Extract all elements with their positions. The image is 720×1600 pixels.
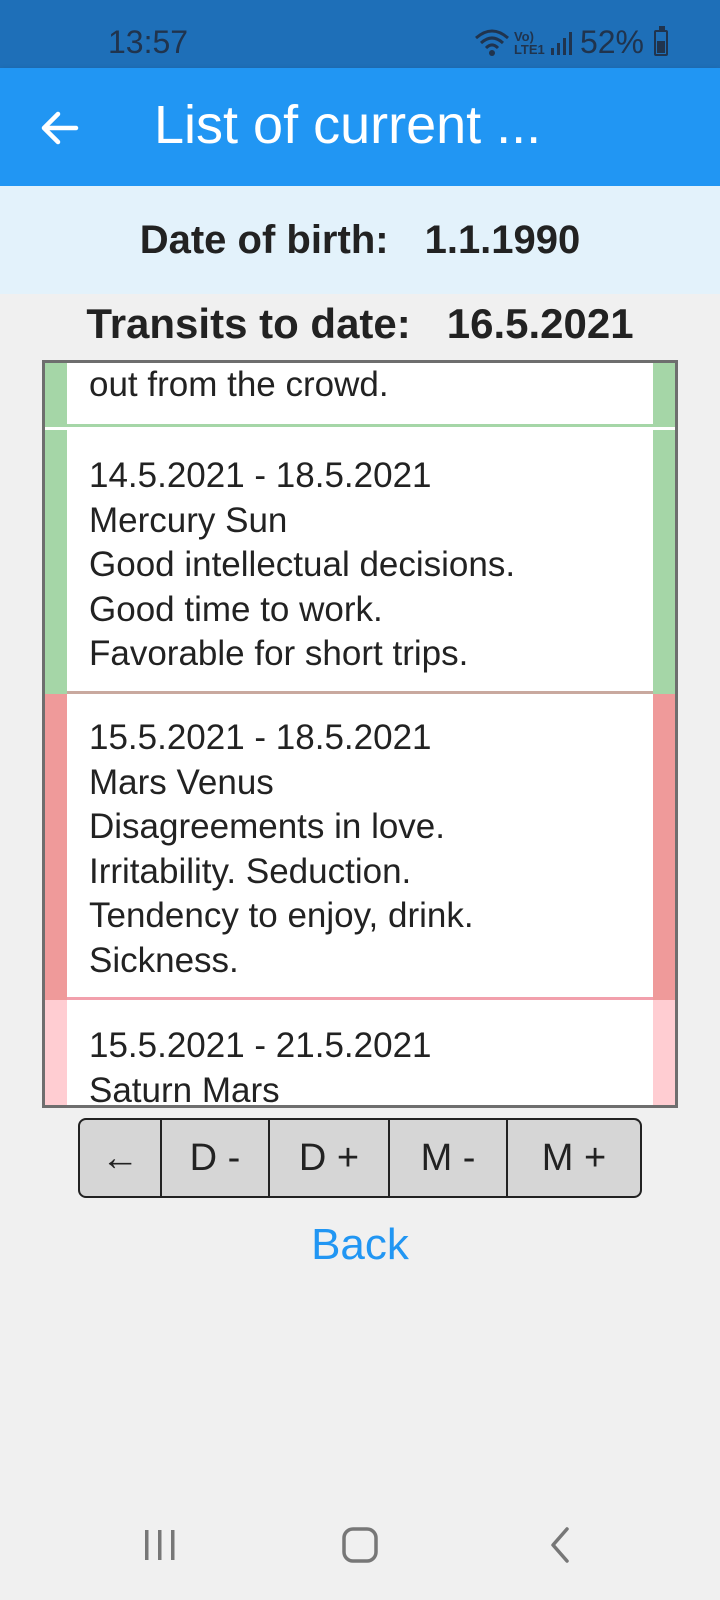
transit-date-row: Transits to date: 16.5.2021	[0, 300, 720, 360]
battery-percent: 52%	[579, 24, 644, 60]
transit-planets: Mars Venus	[89, 762, 274, 802]
tone-bar-right	[653, 694, 675, 1000]
recents-icon	[145, 1530, 175, 1560]
transit-effect: Tendency to enjoy, drink.	[89, 896, 474, 935]
transit-effect: Good intellectual decisions.	[89, 545, 516, 584]
home-button[interactable]	[330, 1520, 390, 1570]
transit-planets: Mercury Sun	[89, 500, 288, 540]
day-minus-button[interactable]: D -	[162, 1120, 270, 1196]
list-item[interactable]: 15.5.2021 - 21.5.2021 Saturn Mars	[45, 1000, 675, 1108]
back-arrow-button[interactable]	[30, 98, 90, 158]
list-item[interactable]: out from the crowd.	[45, 363, 675, 427]
signal-icon	[550, 31, 572, 55]
status-time: 13:57	[108, 24, 189, 60]
arrow-left-icon	[41, 111, 79, 145]
list-item-text: 14.5.2021 - 18.5.2021 Mercury Sun Good i…	[89, 454, 649, 694]
list-item[interactable]: 14.5.2021 - 18.5.2021 Mercury Sun Good i…	[45, 430, 675, 694]
status-bar: 13:57 Vo) LTE1 52%	[0, 0, 720, 68]
transit-effect: Disagreements in love.	[89, 807, 445, 846]
nav-back-button[interactable]	[530, 1520, 590, 1570]
status-right: Vo) LTE1 52%	[474, 24, 668, 61]
list-item-text: out from the crowd.	[89, 363, 649, 427]
back-icon	[551, 1527, 569, 1563]
transit-effect: Favorable for short trips.	[89, 634, 469, 673]
divider	[67, 424, 653, 427]
list-item-text: 15.5.2021 - 21.5.2021 Saturn Mars	[89, 1024, 649, 1108]
transit-effect: Irritability. Seduction.	[89, 851, 412, 891]
birth-value: 1.1.1990	[424, 217, 581, 262]
status-icons: Vo) LTE1	[474, 28, 574, 58]
transit-effect: out from the crowd.	[89, 365, 389, 404]
month-minus-button[interactable]: M -	[390, 1120, 508, 1196]
tone-bar-left	[45, 1000, 67, 1105]
tone-bar-right	[653, 430, 675, 694]
tone-bar-right	[653, 363, 675, 427]
app-bar: List of current ...	[0, 68, 720, 186]
list-item[interactable]: 15.5.2021 - 18.5.2021 Mars Venus Disagre…	[45, 694, 675, 1000]
transit-date-label: Transits to date:	[86, 300, 411, 347]
month-plus-button[interactable]: M +	[508, 1120, 640, 1196]
transit-date-range: 14.5.2021 - 18.5.2021	[89, 456, 432, 495]
transit-date-range: 15.5.2021 - 18.5.2021	[89, 718, 432, 757]
tone-bar-left	[45, 694, 67, 1000]
transit-date-range: 15.5.2021 - 21.5.2021	[89, 1026, 432, 1065]
recents-button[interactable]	[130, 1520, 190, 1570]
list-item-text: 15.5.2021 - 18.5.2021 Mars Venus Disagre…	[89, 716, 649, 1000]
system-nav-bar	[0, 1490, 720, 1600]
page-title: List of current ...	[154, 95, 542, 155]
wifi-icon	[474, 29, 509, 56]
tone-bar-left	[45, 430, 67, 694]
transit-list[interactable]: out from the crowd. 14.5.2021 - 18.5.202…	[42, 360, 678, 1108]
tone-bar-left	[45, 363, 67, 427]
day-plus-button[interactable]: D +	[270, 1120, 390, 1196]
birth-date-band: Date of birth: 1.1.1990	[0, 186, 720, 294]
transit-planets: Saturn Mars	[89, 1070, 280, 1108]
birth-label: Date of birth:	[139, 217, 389, 262]
transit-date-value: 16.5.2021	[446, 300, 634, 347]
previous-button[interactable]: ←	[80, 1120, 162, 1196]
date-step-controls: ← D - D + M - M +	[78, 1118, 642, 1198]
tone-bar-right	[653, 1000, 675, 1105]
transit-effect: Sickness.	[89, 940, 239, 980]
network-label: Vo) LTE1	[513, 28, 545, 57]
back-button[interactable]: Back	[0, 1220, 720, 1270]
battery-icon	[654, 25, 668, 56]
transit-effect: Good time to work.	[89, 589, 383, 629]
home-icon	[342, 1527, 378, 1563]
